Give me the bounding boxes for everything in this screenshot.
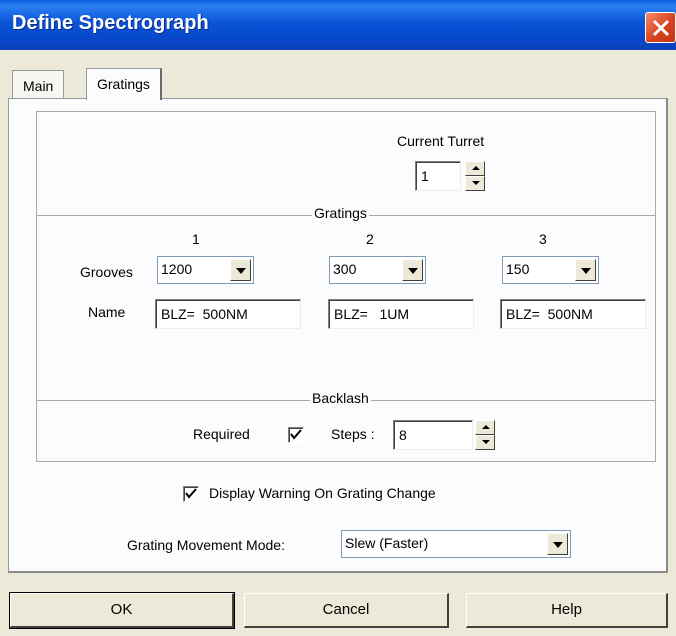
movement-mode-select[interactable]: Slew (Faster)	[341, 530, 571, 558]
gratings-group-box	[36, 111, 656, 462]
backlash-required-label: Required	[193, 426, 250, 442]
current-turret-input[interactable]: 1	[415, 161, 461, 191]
backlash-legend: Backlash	[310, 390, 371, 406]
movement-mode-label: Grating Movement Mode:	[127, 537, 285, 553]
name-label: Name	[88, 304, 126, 320]
grooves-label: Grooves	[80, 264, 133, 280]
grooves-select-1[interactable]: 1200	[157, 256, 254, 284]
checkmark-icon	[290, 429, 302, 440]
grooves-select-2[interactable]: 300	[329, 256, 426, 284]
checkmark-icon	[185, 488, 197, 499]
grating-2-header: 2	[366, 231, 374, 247]
steps-spin-down[interactable]	[475, 435, 495, 450]
grating-1-header: 1	[192, 231, 200, 247]
chevron-down-icon[interactable]	[547, 533, 568, 555]
tab-main[interactable]: Main	[12, 70, 65, 100]
steps-spin-up[interactable]	[475, 420, 495, 435]
close-button[interactable]	[645, 12, 676, 43]
grating-name-input-3[interactable]: BLZ= 500NM	[500, 299, 646, 329]
backlash-steps-input[interactable]: 8	[393, 420, 473, 450]
grating-name-input-2[interactable]: BLZ= 1UM	[328, 299, 474, 329]
display-warning-checkbox[interactable]	[183, 486, 199, 502]
backlash-steps-label: Steps :	[331, 426, 375, 442]
turret-spin-up[interactable]	[465, 161, 485, 176]
display-warning-label: Display Warning On Grating Change	[209, 485, 436, 501]
current-turret-label: Current Turret	[397, 133, 485, 149]
grooves-select-3[interactable]: 150	[502, 256, 599, 284]
gratings-legend: Gratings	[312, 205, 369, 221]
close-icon	[652, 19, 670, 37]
chevron-down-icon[interactable]	[402, 259, 423, 281]
backlash-required-checkbox[interactable]	[288, 427, 304, 443]
turret-spin-down[interactable]	[465, 176, 485, 191]
cancel-button[interactable]: Cancel	[244, 593, 449, 628]
window-title: Define Spectrograph	[12, 12, 209, 34]
chevron-down-icon[interactable]	[230, 259, 251, 281]
chevron-down-icon[interactable]	[575, 259, 596, 281]
ok-button[interactable]: OK	[9, 592, 235, 629]
grating-3-header: 3	[539, 231, 547, 247]
help-button[interactable]: Help	[466, 593, 668, 628]
grating-name-input-1[interactable]: BLZ= 500NM	[155, 299, 301, 329]
tab-gratings[interactable]: Gratings	[86, 68, 162, 100]
